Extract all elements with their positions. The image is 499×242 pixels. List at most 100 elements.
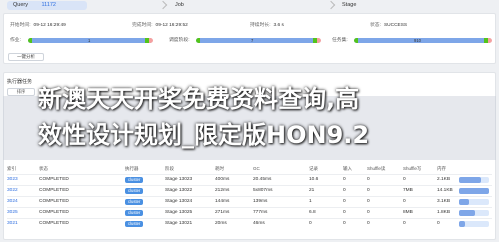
row-duration-bar (459, 188, 489, 194)
cell-stage: Stage 13024 (165, 199, 193, 204)
cell-c: 0 (403, 177, 406, 182)
cell-exec: cluster (125, 199, 144, 205)
cell-size: 14.1KB (437, 188, 453, 193)
cell-gc: 46ms (253, 221, 265, 226)
cell-status: COMPLETED (39, 199, 69, 204)
cell-c: 0 (403, 199, 406, 204)
headline-line-2: 效性设计规划_限定版HON9.2 (38, 121, 370, 149)
end-time: 完成时间: 09-12 16:29:52 (132, 23, 188, 28)
executor-tag: cluster (125, 210, 144, 216)
cell-a: 0 (343, 188, 346, 193)
analyze-button[interactable]: 一键分析 (8, 53, 44, 61)
schedule-progress-fill (196, 38, 318, 43)
table-row[interactable]: 3023 COMPLETED cluster Stage 13023 400ms 20.4… (7, 174, 492, 184)
cell-id[interactable]: 3022 (7, 188, 18, 193)
cell-status: COMPLETED (39, 188, 69, 193)
chevron-right-icon (158, 0, 168, 10)
table-row[interactable]: 3022 COMPLETED cluster Stage 13022 212ms 5x80… (7, 185, 492, 195)
col-header[interactable]: GC (253, 166, 260, 171)
cell-gc: 5x807ms (253, 188, 273, 193)
cell-time: 271ms (215, 210, 230, 215)
tasks-section-title: 执行器任务 (7, 79, 33, 85)
schedule-progress: 调度阶段: 7 (169, 37, 321, 44)
breadcrumb: Query 11172 Job Stage (0, 0, 499, 11)
cell-rec: 10.6 (309, 177, 319, 182)
cell-b: 0 (367, 199, 370, 204)
executor-tag: cluster (125, 221, 144, 227)
cell-size: 2.1KB (437, 177, 451, 182)
start-time: 开始时间: 09-12 16:29:49 (10, 23, 66, 28)
cell-size: 0 (437, 221, 440, 226)
col-header[interactable]: 索引 (7, 166, 16, 172)
cell-stage: Stage 13021 (165, 221, 193, 226)
col-header[interactable]: 记录 (309, 166, 318, 172)
cell-exec: cluster (125, 210, 144, 216)
col-header[interactable]: 状态 (39, 166, 48, 172)
executor-tag: cluster (125, 177, 144, 183)
cell-id[interactable]: 3021 (7, 221, 18, 226)
cell-size: 3.1KB (437, 199, 451, 204)
cell-rec: 0 (309, 221, 312, 226)
summary-panel: 开始时间: 09-12 16:29:49 完成时间: 09-12 16:29:52 … (3, 13, 496, 64)
breadcrumb-query-label: Query (13, 2, 28, 8)
cell-id[interactable]: 3024 (7, 199, 18, 204)
cell-c: 7MB (403, 188, 413, 193)
cell-exec: cluster (125, 188, 144, 194)
duration: 持续时长: 3.6 s (250, 23, 284, 28)
cell-c: 8MB (403, 210, 413, 215)
table-row[interactable]: 3024 COMPLETED cluster Stage 13024 144ms 139m… (7, 196, 492, 206)
cell-a: 0 (343, 177, 346, 182)
tasks-table-header: 索引 状态 执行器 阶段 耗时 GC 记录 输入 Shuffle读 Shuffl… (7, 165, 492, 173)
cell-b: 0 (367, 188, 370, 193)
breadcrumb-query[interactable]: Query 11172 (7, 1, 87, 10)
cell-time: 212ms (215, 188, 230, 193)
cell-rec: 21 (309, 188, 315, 193)
col-header[interactable]: 阶段 (165, 166, 174, 172)
cell-c: 0 (403, 221, 406, 226)
breadcrumb-stage[interactable]: Stage (342, 1, 356, 10)
cell-status: COMPLETED (39, 210, 69, 215)
status: 状态: SUCCESS (370, 23, 408, 28)
executor-tag: cluster (125, 188, 144, 194)
col-header[interactable]: Shuffle写 (403, 166, 421, 172)
chevron-right-icon (326, 0, 336, 10)
row-duration-bar (459, 221, 489, 227)
schedule-progress-bar: 7 (196, 38, 321, 43)
cell-status: COMPLETED (39, 221, 69, 226)
table-row[interactable]: 3025 COMPLETED cluster Stage 13025 271ms 777m… (7, 207, 492, 217)
tasks-progress: 任务集: 910 (332, 37, 492, 44)
cell-time: 20ms (215, 221, 227, 226)
col-header[interactable]: 内存 (437, 166, 446, 172)
cell-b: 0 (367, 210, 370, 215)
tasks-progress-bar: 910 (354, 38, 492, 43)
sort-button[interactable]: 排序 (7, 88, 35, 96)
col-header[interactable]: Shuffle读 (367, 166, 385, 172)
table-row[interactable]: 3021 COMPLETED cluster Stage 13021 20ms 46ms 0… (7, 218, 492, 228)
cell-b: 0 (367, 221, 370, 226)
cell-stage: Stage 13022 (165, 188, 193, 193)
cell-status: COMPLETED (39, 177, 69, 182)
cell-a: 0 (343, 199, 346, 204)
cell-gc: 20.45ms (253, 177, 272, 182)
col-header[interactable]: 执行器 (125, 166, 139, 172)
cell-b: 0 (367, 177, 370, 182)
jobs-progress-bar: 1 (28, 38, 153, 43)
cell-gc: 139ms (253, 199, 268, 204)
cell-id[interactable]: 3025 (7, 210, 18, 215)
cell-size: 1.8KB (437, 210, 451, 215)
col-header[interactable]: 输入 (343, 166, 352, 172)
jobs-progress: 作业: 1 (10, 37, 170, 44)
cell-rec: 1 (309, 199, 312, 204)
col-header[interactable]: 耗时 (215, 166, 224, 172)
cell-id[interactable]: 3023 (7, 177, 18, 182)
cell-rec: 6.8 (309, 210, 316, 215)
cell-exec: cluster (125, 177, 144, 183)
headline-line-1: 新澳天天开奖免费资料查询,高 (38, 85, 360, 113)
cell-time: 144ms (215, 199, 230, 204)
breadcrumb-query-id: 11172 (41, 2, 56, 8)
cell-time: 400ms (215, 177, 230, 182)
cell-gc: 777ms (253, 210, 268, 215)
row-duration-bar (459, 177, 489, 183)
breadcrumb-job[interactable]: Job (175, 1, 184, 10)
cell-a: 0 (343, 210, 346, 215)
